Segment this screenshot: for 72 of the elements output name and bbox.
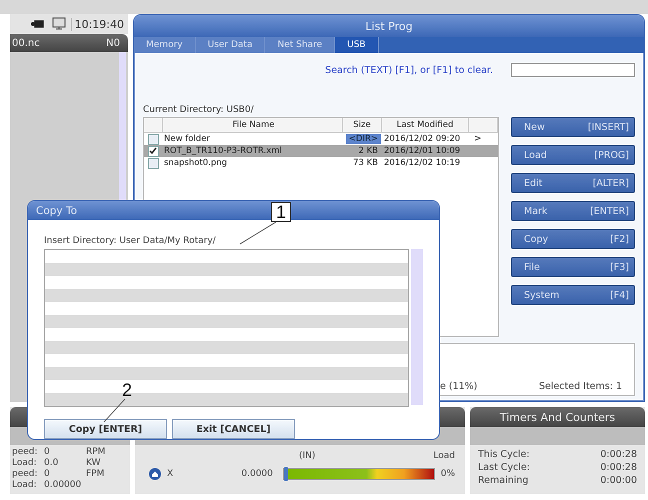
spindle-unit: FPM xyxy=(86,469,104,479)
column-header: Last Modified xyxy=(382,118,469,132)
spindle-label: peed: xyxy=(12,447,39,458)
spindle-label: Load: xyxy=(12,480,38,491)
tab[interactable]: USB xyxy=(335,37,379,53)
tab[interactable]: Net Share xyxy=(265,37,336,53)
timers-title: Timers And Counters xyxy=(470,407,645,427)
leader-line xyxy=(240,222,276,244)
directory-list[interactable] xyxy=(44,249,409,407)
column-header: Size xyxy=(343,118,382,132)
timer-label: This Cycle: xyxy=(478,448,531,461)
function-button[interactable]: File [F3] xyxy=(511,257,635,277)
checkbox[interactable] xyxy=(148,146,158,156)
function-button[interactable]: Edit [ALTER] xyxy=(511,173,635,193)
timer-value: 0:00:00 xyxy=(600,474,637,487)
column-header: File Name xyxy=(163,118,343,132)
spindle-label: peed: xyxy=(12,469,39,480)
progress-text: e (11%) xyxy=(440,381,478,392)
modified-date: 2016/12/02 09:20 xyxy=(384,134,460,144)
network-icon xyxy=(52,17,66,31)
usb-icon xyxy=(30,19,47,29)
leader-line xyxy=(104,398,126,422)
axis-label: X xyxy=(166,469,174,479)
timer-value: 0:00:28 xyxy=(600,448,637,461)
program-file: 00.nc xyxy=(12,38,40,48)
clock-time: 10:19:40 xyxy=(70,18,124,30)
timer-label: Last Cycle: xyxy=(478,461,531,474)
file-size: 2 KB xyxy=(357,146,379,156)
function-button[interactable]: Mark [ENTER] xyxy=(511,201,635,221)
window-title: List Prog xyxy=(134,15,644,37)
tab[interactable]: User Data xyxy=(196,37,266,53)
modified-date: 2016/12/02 10:19 xyxy=(384,158,460,168)
file-row[interactable]: ROT_B_TR110-P3-ROTR.xml 2 KB 2016/12/01 10:09 xyxy=(144,145,498,157)
selected-items: Selected Items: 1 xyxy=(538,381,622,392)
folder-arrow: > xyxy=(474,134,482,144)
tab[interactable]: Memory xyxy=(134,37,196,53)
spindle-label: Load: xyxy=(12,458,38,469)
file-name: snapshot0.png xyxy=(164,158,228,168)
function-button[interactable]: Load [PROG] xyxy=(511,145,635,165)
callout-number: 2 xyxy=(121,381,134,399)
file-name: New folder xyxy=(164,134,210,144)
checkbox[interactable] xyxy=(148,158,158,168)
file-row[interactable]: snapshot0.png 73 KB 2016/12/02 10:19 xyxy=(144,157,498,169)
modified-date: 2016/12/01 10:09 xyxy=(384,146,460,156)
spindle-value: 0.0 xyxy=(44,458,60,469)
spindle-value: 0.00000 xyxy=(44,480,82,491)
spindle-value: 0 xyxy=(44,447,51,458)
load-heading: Load xyxy=(433,451,455,461)
spindle-unit: KW xyxy=(86,458,100,468)
current-directory: Current Directory: USB0/ xyxy=(143,105,255,115)
home-icon xyxy=(149,468,161,480)
function-button[interactable]: New [INSERT] xyxy=(511,117,635,137)
position-unit: (IN) xyxy=(299,451,316,461)
timer-value: 0:00:28 xyxy=(600,461,637,474)
timer-label: Remaining xyxy=(478,474,530,487)
dialog-button[interactable]: Copy [ENTER] xyxy=(44,419,167,439)
dialog-button[interactable]: Exit [CANCEL] xyxy=(172,419,295,439)
checkbox[interactable] xyxy=(148,134,158,144)
function-button[interactable]: Copy [F2] xyxy=(511,229,635,249)
callout-number: 1 xyxy=(271,202,292,222)
load-percent: 0% xyxy=(440,469,455,479)
axis-value: 0.0000 xyxy=(240,469,273,479)
spindle-unit: RPM xyxy=(86,447,106,457)
search-hint: Search (TEXT) [F1], or [F1] to clear. xyxy=(325,64,493,76)
search-field[interactable] xyxy=(511,63,635,77)
spindle-value: 0 xyxy=(44,469,51,480)
file-size: 73 KB xyxy=(352,158,379,168)
file-name: ROT_B_TR110-P3-ROTR.xml xyxy=(164,146,282,156)
program-line: N0 xyxy=(106,38,120,48)
function-button[interactable]: System [F4] xyxy=(511,285,635,305)
insert-directory: Insert Directory: User Data/My Rotary/ xyxy=(44,236,217,246)
file-size: <DIR> xyxy=(346,134,381,144)
